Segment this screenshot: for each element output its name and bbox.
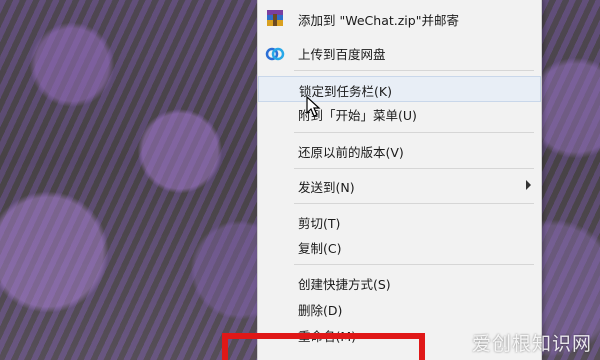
watermark-text: 爱创根知识网 — [471, 333, 592, 355]
menu-item-copy[interactable]: 复制(C) — [258, 234, 541, 260]
mouse-pointer-icon — [306, 95, 322, 118]
menu-separator — [294, 168, 534, 169]
menu-item-create-shortcut[interactable]: 创建快捷方式(S) — [258, 270, 541, 296]
menu-separator — [294, 264, 534, 265]
menu-item-label: 复制(C) — [298, 241, 342, 256]
menu-item-restore-previous-versions[interactable]: 还原以前的版本(V) — [258, 138, 541, 164]
menu-item-upload-baidu[interactable]: 上传到百度网盘 — [258, 40, 541, 66]
menu-item-add-to-archive-and-email[interactable]: 添加到 "WeChat.zip"并邮寄 — [258, 6, 541, 32]
menu-item-label: 上传到百度网盘 — [298, 47, 386, 62]
baidu-netdisk-icon — [264, 42, 286, 64]
menu-item-send-to[interactable]: 发送到(N) — [258, 173, 541, 199]
menu-item-label: 删除(D) — [298, 303, 343, 318]
menu-item-label: 剪切(T) — [298, 216, 341, 231]
menu-item-label: 添加到 "WeChat.zip"并邮寄 — [298, 13, 459, 28]
context-menu: 添加到 "WeChat.zip"并邮寄 上传到百度网盘 锁定到任务栏(K) 附到… — [257, 0, 542, 360]
menu-item-delete[interactable]: 删除(D) — [258, 296, 541, 322]
winrar-archive-icon — [264, 8, 286, 30]
menu-item-label: 发送到(N) — [298, 180, 355, 195]
menu-item-cut[interactable]: 剪切(T) — [258, 209, 541, 235]
menu-separator — [294, 70, 534, 71]
submenu-arrow-icon — [526, 180, 531, 190]
menu-separator — [294, 203, 534, 204]
menu-item-label: 创建快捷方式(S) — [298, 277, 391, 292]
desktop-background: 添加到 "WeChat.zip"并邮寄 上传到百度网盘 锁定到任务栏(K) 附到… — [0, 0, 600, 360]
menu-item-label: 还原以前的版本(V) — [298, 145, 404, 160]
menu-item-pin-to-start-menu[interactable]: 附到「开始」菜单(U) — [258, 101, 541, 127]
menu-separator — [294, 132, 534, 133]
highlight-box — [222, 333, 425, 360]
menu-item-pin-to-taskbar[interactable]: 锁定到任务栏(K) — [258, 76, 541, 102]
